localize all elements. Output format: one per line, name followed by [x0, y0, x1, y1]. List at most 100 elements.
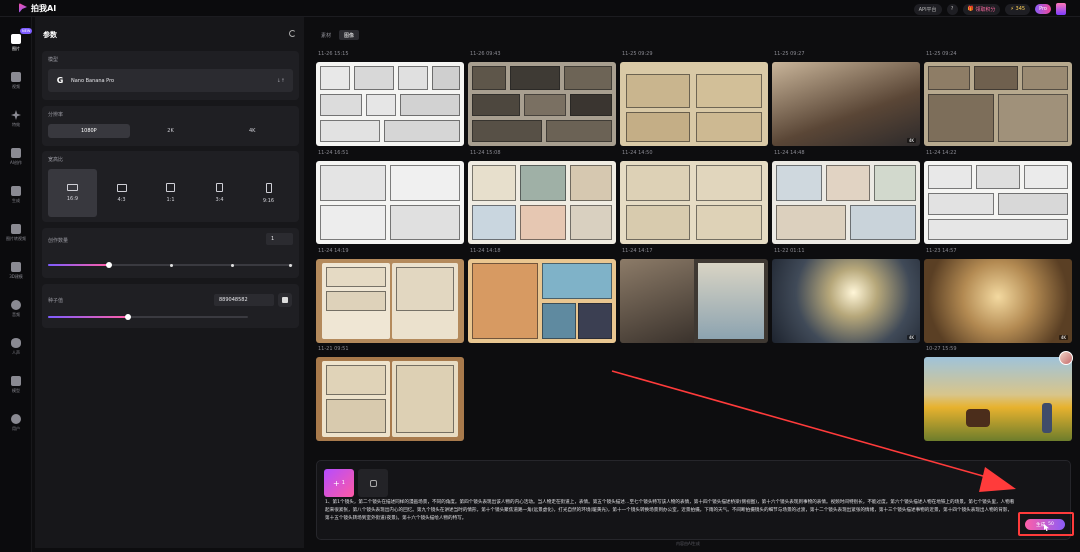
gallery-thumb[interactable]	[620, 161, 768, 244]
slider-tick	[170, 263, 173, 267]
tab-assets[interactable]: 素材	[316, 30, 336, 40]
image-reference-button[interactable]	[358, 469, 388, 497]
timestamp: 11-24 14:22	[926, 150, 957, 156]
add-reference-button[interactable]: + 1	[324, 469, 354, 497]
nav-item-model[interactable]: 模型	[0, 376, 32, 394]
claim-points-button[interactable]: 🎁 领取积分	[962, 3, 1001, 15]
sparkle-icon	[11, 110, 21, 120]
timestamp: 11-24 14:48	[774, 150, 805, 156]
seed-slider[interactable]	[48, 314, 248, 320]
model-select[interactable]: G Nano Banana Pro ↓↑	[48, 69, 293, 92]
resolution-option-1080p[interactable]: 1080P	[48, 124, 130, 138]
gallery-thumb[interactable]	[316, 161, 464, 244]
audio-icon	[11, 300, 21, 310]
nav-item-3d[interactable]: 3D建模	[0, 262, 32, 280]
timestamp: 11-24 14:50	[622, 150, 653, 156]
gallery-thumb[interactable]	[924, 161, 1072, 244]
tab-images[interactable]: 图像	[339, 30, 360, 40]
nav-item-ai-create[interactable]: AI创作	[0, 148, 32, 166]
random-seed-button[interactable]	[278, 293, 292, 307]
nav-label: 人声	[12, 350, 20, 355]
gallery-thumb[interactable]: 4K	[924, 259, 1072, 343]
aspect-option-16-9[interactable]: 16:9	[48, 169, 97, 217]
prompt-box: + 1 1、第1个镜头，第二个镜头在描述同样的漫画场景，不同的角度。第四个镜头表…	[316, 460, 1071, 540]
aspect-shape-icon	[67, 184, 78, 191]
api-platform-button[interactable]: API平台	[913, 3, 942, 15]
top-bar: 拍我AI API平台 ? 🎁 领取积分 ⚡ 345 Pro	[0, 0, 1080, 17]
aspect-shape-icon	[116, 183, 127, 192]
gallery-thumb[interactable]	[468, 259, 616, 343]
app-logo[interactable]: 拍我AI	[19, 3, 56, 14]
timestamp: 11-24 14:19	[318, 248, 349, 254]
seed-input[interactable]: 889048582	[214, 294, 274, 306]
count-input[interactable]: 1	[266, 233, 293, 245]
resolution-option-2k[interactable]: 2K	[130, 124, 212, 138]
aspect-option-1-1[interactable]: 1:1	[146, 169, 195, 217]
nav-item-image-to-video[interactable]: 图片转视频	[0, 224, 32, 242]
face-icon	[11, 414, 21, 424]
nav-item-audio[interactable]: 音频	[0, 300, 32, 318]
model-name: Nano Banana Pro	[71, 77, 115, 84]
convert-icon	[11, 224, 21, 234]
nav-label: 图片	[12, 46, 20, 51]
count-slider-knob[interactable]	[106, 262, 113, 268]
reset-icon[interactable]	[289, 30, 296, 37]
slider-tick	[231, 263, 234, 267]
dice-icon	[282, 297, 288, 303]
aspect-option-9-16[interactable]: 9:16	[244, 169, 293, 217]
seed-title: 种子值	[48, 298, 64, 304]
timestamp: 11-24 14:17	[622, 248, 653, 254]
gallery-thumb[interactable]: 4K	[772, 62, 920, 146]
count-slider[interactable]	[48, 262, 293, 268]
aspect-option-3-4[interactable]: 3:4	[195, 169, 244, 217]
aspect-ratio-options: 16:9 4:3 1:1 3:4 9:16	[48, 169, 293, 217]
prompt-textarea[interactable]: 1、第1个镜头，第二个镜头在描述同样的漫画场景，不同的角度。第四个镜头表现出该人…	[325, 499, 1015, 533]
gallery-thumb[interactable]	[772, 161, 920, 244]
nav-label: 3D建模	[9, 274, 23, 279]
nav-label: 生成	[12, 198, 20, 203]
timestamp: 11-24 16:51	[318, 150, 349, 156]
aspect-ratio-title: 宽高比	[48, 157, 64, 163]
points-balance[interactable]: ⚡ 345	[1005, 3, 1031, 15]
gallery-thumb[interactable]	[316, 259, 464, 343]
resolution-badge: 4K	[906, 335, 916, 340]
nav-item-effects[interactable]: 特效	[0, 110, 32, 128]
gallery-thumb[interactable]	[924, 62, 1072, 146]
pro-badge[interactable]: Pro	[1035, 4, 1051, 14]
gallery-thumb[interactable]	[620, 62, 768, 146]
gallery-thumb[interactable]	[316, 357, 464, 441]
resolution-option-4k[interactable]: 4K	[211, 124, 293, 138]
gallery-thumb[interactable]	[468, 62, 616, 146]
gallery-thumb[interactable]	[620, 259, 768, 343]
seed-slider-knob[interactable]	[125, 314, 131, 320]
nav-item-generate[interactable]: 生成	[0, 186, 32, 204]
nav-label: 用户	[12, 426, 20, 431]
tool-icon	[11, 376, 21, 386]
nav-item-user[interactable]: 用户	[0, 414, 32, 432]
count-title: 创作数量	[48, 238, 69, 244]
params-title: 参数	[43, 31, 57, 39]
aspect-label: 9:16	[262, 197, 275, 204]
play-icon	[11, 186, 21, 196]
nav-label: 视频	[12, 84, 20, 89]
aspect-option-4-3[interactable]: 4:3	[97, 169, 146, 217]
user-avatar[interactable]	[1056, 3, 1066, 15]
image-icon	[369, 479, 377, 487]
gallery-thumb[interactable]	[468, 161, 616, 244]
gallery-thumb[interactable]	[924, 357, 1072, 441]
timestamp: 11-23 14:57	[926, 248, 957, 254]
nav-label: 音频	[12, 312, 20, 317]
nav-item-video[interactable]: 视频	[0, 72, 32, 90]
plus-icon: +	[333, 478, 340, 488]
generate-cost: 50	[1048, 522, 1054, 527]
nav-item-image[interactable]: NEW 图片	[0, 28, 33, 52]
nav-item-voice[interactable]: 人声	[0, 338, 32, 356]
aspect-label: 16:9	[66, 196, 79, 202]
model-card: 模型 G Nano Banana Pro ↓↑	[42, 51, 299, 100]
gallery-tabs: 素材 图像	[316, 30, 360, 40]
help-icon[interactable]: ?	[946, 3, 958, 15]
gallery-thumb[interactable]	[316, 62, 464, 146]
seed-card: 种子值 889048582	[42, 284, 299, 328]
gallery-thumb[interactable]: 4K	[772, 259, 920, 343]
seed-slider-fill	[48, 316, 128, 318]
